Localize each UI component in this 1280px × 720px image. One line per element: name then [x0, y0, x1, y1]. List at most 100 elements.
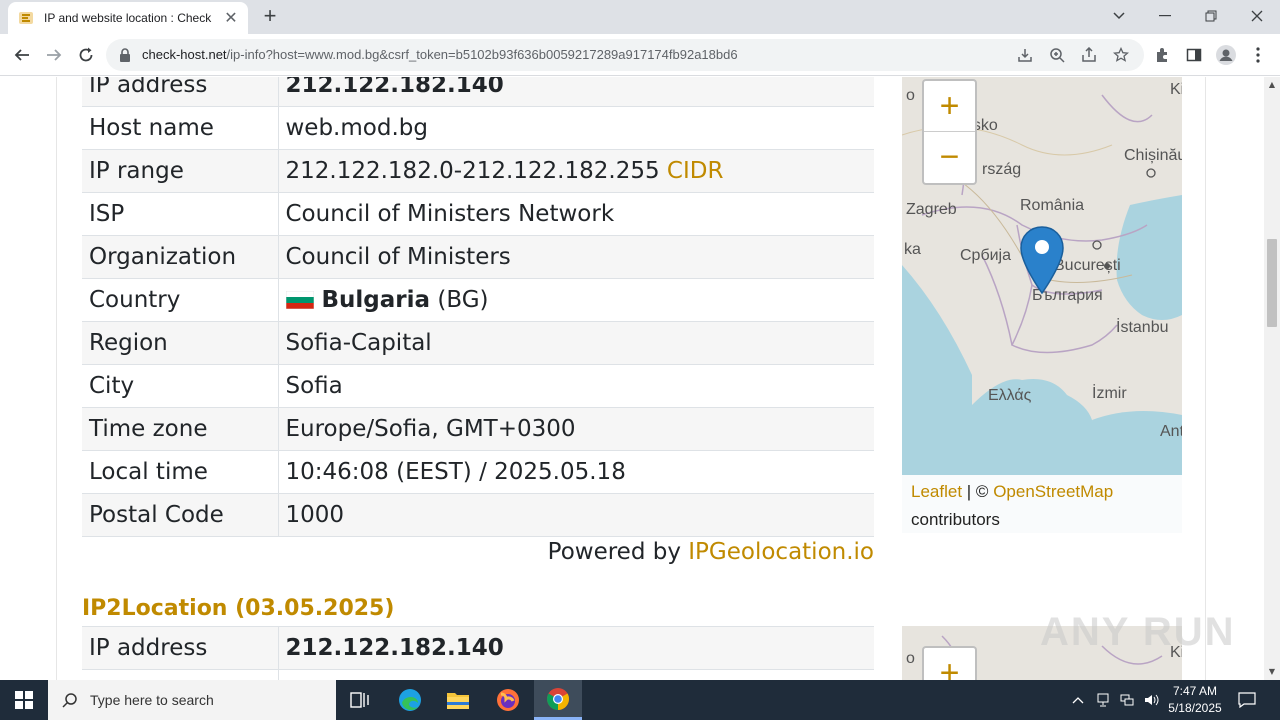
- tab-title: IP and website location : Check h: [44, 11, 212, 25]
- system-clock[interactable]: 7:47 AM 5/18/2025: [1160, 683, 1230, 717]
- zoom-in-button[interactable]: +: [924, 648, 975, 681]
- new-tab-button[interactable]: +: [258, 5, 282, 29]
- cidr-link[interactable]: CIDR: [667, 158, 724, 184]
- map-label: o: [906, 87, 915, 104]
- tab-close-icon[interactable]: ✕: [222, 9, 240, 27]
- install-app-icon[interactable]: [1016, 46, 1034, 64]
- tab-strip: IP and website location : Check h ✕ +: [0, 0, 1280, 34]
- browser-tab[interactable]: IP and website location : Check h ✕: [8, 2, 248, 34]
- country-code: (BG): [437, 287, 489, 313]
- windows-logo-icon: [15, 691, 33, 709]
- reload-icon: [79, 47, 93, 62]
- ip2location-heading: IP2Location (03.05.2025): [82, 596, 395, 621]
- row-value: Council of Ministers: [278, 235, 874, 279]
- leaflet-link[interactable]: Leaflet: [911, 482, 962, 501]
- edge-app[interactable]: [386, 680, 434, 720]
- row-label: Host name: [82, 106, 279, 150]
- row-value: web.mod.bg: [278, 106, 874, 150]
- address-bar[interactable]: check-host.net/ip-info?host=www.mod.bg&c…: [106, 39, 1144, 71]
- row-label: City: [82, 364, 279, 408]
- ipgeolocation-link[interactable]: IPGeolocation.io: [688, 539, 874, 565]
- row-label: Country: [82, 278, 279, 322]
- file-explorer-app[interactable]: [434, 680, 482, 720]
- chrome-icon: [547, 687, 569, 710]
- table-row: Region Sofia-Capital: [82, 321, 874, 365]
- map-label: Ki: [1170, 81, 1182, 98]
- network-status-icon[interactable]: [1093, 680, 1113, 720]
- table-row: Host name web.mod.bg: [82, 106, 874, 150]
- row-value: Sofia-Capital: [278, 321, 874, 365]
- tab-search-chevron-icon[interactable]: [1096, 0, 1142, 32]
- page-scrollbar[interactable]: ▲ ▼: [1264, 77, 1280, 680]
- forward-arrow-icon: [47, 49, 62, 61]
- map-label: Ελλάς: [988, 387, 1032, 404]
- minimize-button[interactable]: [1142, 0, 1188, 32]
- table-row: ISP Council of Ministers Network: [82, 192, 874, 236]
- map-label: ka: [904, 241, 921, 258]
- row-value: 10:46:08 (EEST) / 2025.05.18: [278, 450, 874, 494]
- location-marker-icon[interactable]: [1019, 225, 1065, 297]
- notifications-icon[interactable]: [1236, 680, 1258, 720]
- restore-button[interactable]: [1188, 0, 1234, 32]
- row-label: IP range: [82, 149, 279, 193]
- table-row: Local time 10:46:08 (EEST) / 2025.05.18: [82, 450, 874, 494]
- zoom-out-button[interactable]: −: [924, 132, 975, 183]
- row-label: IP address: [82, 77, 279, 107]
- extensions-icon[interactable]: [1152, 45, 1172, 65]
- scroll-thumb[interactable]: [1267, 239, 1277, 327]
- row-label: [82, 669, 279, 680]
- share-icon[interactable]: [1080, 46, 1098, 64]
- bookmark-star-icon[interactable]: [1112, 46, 1130, 64]
- row-label: Postal Code: [82, 493, 279, 537]
- browser-toolbar: check-host.net/ip-info?host=www.mod.bg&c…: [0, 34, 1280, 76]
- firefox-app[interactable]: [484, 680, 532, 720]
- forward-button[interactable]: [41, 42, 67, 68]
- table-row: Country Bulgaria (BG): [82, 278, 874, 322]
- volume-icon[interactable]: [1141, 680, 1161, 720]
- table-row: IP address 212.122.182.140: [82, 77, 874, 107]
- map-attribution: Leaflet | © OpenStreetMap contributors: [902, 475, 1182, 533]
- start-button[interactable]: [0, 680, 48, 720]
- powered-by: Powered by IPGeolocation.io: [548, 539, 874, 565]
- map-label: o: [906, 650, 915, 667]
- row-label: IP address: [82, 626, 279, 670]
- row-label: Local time: [82, 450, 279, 494]
- back-button[interactable]: [9, 42, 35, 68]
- map-label: Zagreb: [906, 201, 957, 218]
- map-label: Србија: [960, 247, 1012, 264]
- zoom-in-button[interactable]: +: [924, 81, 975, 132]
- zoom-icon[interactable]: [1048, 46, 1066, 64]
- table-row: IP range 212.122.182.0-212.122.182.255 C…: [82, 149, 874, 193]
- folder-icon: [447, 693, 469, 709]
- url-text[interactable]: check-host.net/ip-info?host=www.mod.bg&c…: [142, 47, 738, 62]
- scroll-down-arrow-icon[interactable]: ▼: [1264, 664, 1280, 680]
- location-map[interactable]: Ki o nsko Chișinău rszág Zagreb România …: [902, 77, 1182, 533]
- windows-taskbar: Type here to search 7:47 AM 5/18/2025: [0, 680, 1280, 720]
- show-hidden-icons-chevron-icon[interactable]: [1068, 680, 1088, 720]
- ip-range-value: 212.122.182.0-212.122.182.255: [285, 158, 660, 184]
- row-value: [278, 669, 874, 680]
- openstreetmap-link[interactable]: OpenStreetMap: [993, 482, 1113, 501]
- taskbar-search-box[interactable]: Type here to search: [48, 680, 336, 720]
- chrome-app[interactable]: [534, 680, 582, 720]
- row-value: Sofia: [278, 364, 874, 408]
- close-window-button[interactable]: [1234, 0, 1280, 32]
- map-label: Chișinău: [1124, 147, 1182, 164]
- ip-address-value: 212.122.182.140: [278, 77, 874, 107]
- task-view-button[interactable]: [336, 680, 384, 720]
- row-label: Organization: [82, 235, 279, 279]
- table-row: IP address 212.122.182.140: [82, 626, 874, 670]
- attribution-separator: | ©: [966, 482, 989, 501]
- profile-avatar-icon[interactable]: [1216, 45, 1236, 65]
- chrome-menu-icon[interactable]: [1248, 45, 1268, 65]
- attribution-contributors: contributors: [911, 510, 1000, 529]
- site-info-icon[interactable]: [118, 47, 132, 63]
- row-label: Region: [82, 321, 279, 365]
- reload-button[interactable]: [73, 42, 99, 68]
- table-row: Time zone Europe/Sofia, GMT+0300: [82, 407, 874, 451]
- scroll-up-arrow-icon[interactable]: ▲: [1264, 77, 1280, 93]
- row-value: Council of Ministers Network: [278, 192, 874, 236]
- side-panel-icon[interactable]: [1184, 45, 1204, 65]
- search-placeholder: Type here to search: [90, 692, 214, 708]
- ethernet-icon[interactable]: [1117, 680, 1137, 720]
